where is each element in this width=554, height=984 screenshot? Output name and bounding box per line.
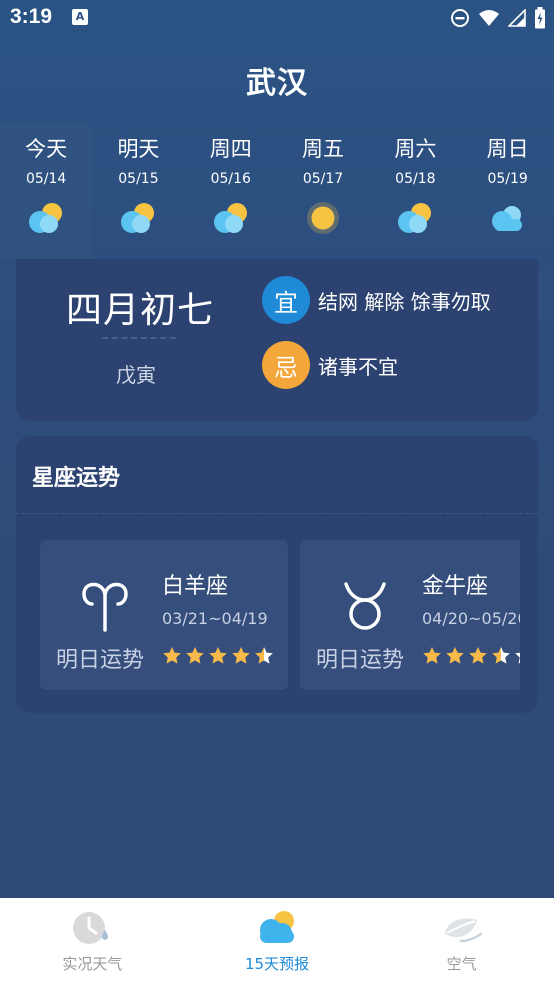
forecast-day[interactable]: 明天 05/15 [92,123,184,261]
zodiac-range: 04/20~05/20 [422,609,520,628]
forecast-day[interactable]: 周六 05/18 [369,123,461,261]
day-name: 今天 [25,137,68,161]
zodiac-card-taurus[interactable]: 金牛座 04/20~05/20 明日运势 [300,540,520,690]
partly-cloudy-icon [121,203,155,233]
star-icon [209,647,227,664]
day-date: 05/16 [210,171,251,187]
nav-label: 空气 [446,955,477,973]
zodiac-name: 白羊座 [162,574,229,599]
day-name: 周六 [394,137,437,161]
status-icons [450,6,546,30]
nav-label: 15天预报 [244,955,310,973]
yi-badge: 宜 [262,276,310,324]
yi-row: 宜 结网 解除 馀事勿取 [262,276,491,324]
divider [102,337,176,339]
day-date: 05/17 [302,171,344,187]
almanac-card: 四月初七 戊寅 宜 结网 解除 馀事勿取 忌 诸事不宜 [16,259,538,421]
fortune-rating [422,646,520,666]
star-icon [186,647,204,664]
status-bar: 3:19 A [0,0,554,36]
taurus-icon [344,582,386,630]
ji-text: 诸事不宜 [318,354,398,379]
ji-row: 忌 诸事不宜 [262,341,398,389]
partly-cloudy-icon [213,203,247,233]
horoscope-card: 星座运势 白羊座 03/21~04/19 明日运势 金牛座 04/20~05/2… [16,436,538,713]
app-notification-icon: A [72,9,88,25]
forecast-strip: 今天 05/14 明天 05/15 周四 05/16 周五 05/17 周六 0… [0,123,554,261]
day-name: 周日 [486,137,529,161]
nav-air[interactable]: 空气 [369,898,554,984]
nav-label: 实况天气 [62,955,123,973]
leaf-wind-icon [444,918,482,943]
zodiac-card-aries[interactable]: 白羊座 03/21~04/19 明日运势 [40,540,288,690]
day-name: 周四 [209,137,252,161]
star-icon [492,647,510,664]
horoscope-title: 星座运势 [32,466,121,491]
ganzhi-day: 戊寅 [116,363,156,387]
day-date: 05/14 [25,171,67,187]
sunny-icon [307,202,340,234]
star-icon [423,647,441,664]
bottom-nav: 实况天气 15天预报 空气 [0,898,554,984]
ji-badge: 忌 [262,341,310,389]
day-date: 05/15 [118,171,159,187]
clock-rain-icon [73,912,109,944]
nav-live-weather[interactable]: 实况天气 [0,898,185,984]
city-title: 武汉 [246,66,308,101]
fortune-label: 明日运势 [316,648,405,673]
dnd-icon [451,9,469,27]
fortune-rating [162,646,274,666]
zodiac-range: 03/21~04/19 [162,609,268,628]
forecast-day[interactable]: 周日 05/19 [461,123,553,261]
partly-cloudy-icon [29,203,63,233]
forecast-day[interactable]: 今天 05/14 [0,123,93,261]
forecast-day[interactable]: 周五 05/17 [277,123,369,261]
signal-icon [508,9,526,27]
horoscope-carousel[interactable]: 白羊座 03/21~04/19 明日运势 金牛座 04/20~05/20 明日运… [40,540,520,690]
partly-cloudy-icon [398,203,432,233]
day-name: 明天 [117,137,160,161]
star-icon [446,647,464,664]
star-icon [255,647,273,664]
star-icon [232,647,250,664]
cloudy-icon [491,206,522,231]
aries-icon [82,582,128,632]
divider [16,513,538,514]
day-date: 05/18 [395,171,436,187]
battery-icon [535,7,545,29]
status-time: 3:19 [10,5,53,28]
lunar-date: 四月初七 [66,290,215,331]
fortune-label: 明日运势 [56,648,145,673]
wifi-icon [479,10,499,26]
star-icon [163,647,181,664]
day-date: 05/19 [487,171,528,187]
nav-15day-forecast[interactable]: 15天预报 [185,898,370,984]
cloud-sun-icon [260,911,294,943]
yi-text: 结网 解除 馀事勿取 [318,289,491,314]
star-icon [469,647,487,664]
forecast-day[interactable]: 周四 05/16 [185,123,277,261]
day-name: 周五 [302,137,345,161]
zodiac-name: 金牛座 [422,574,489,599]
star-icon [515,652,520,664]
